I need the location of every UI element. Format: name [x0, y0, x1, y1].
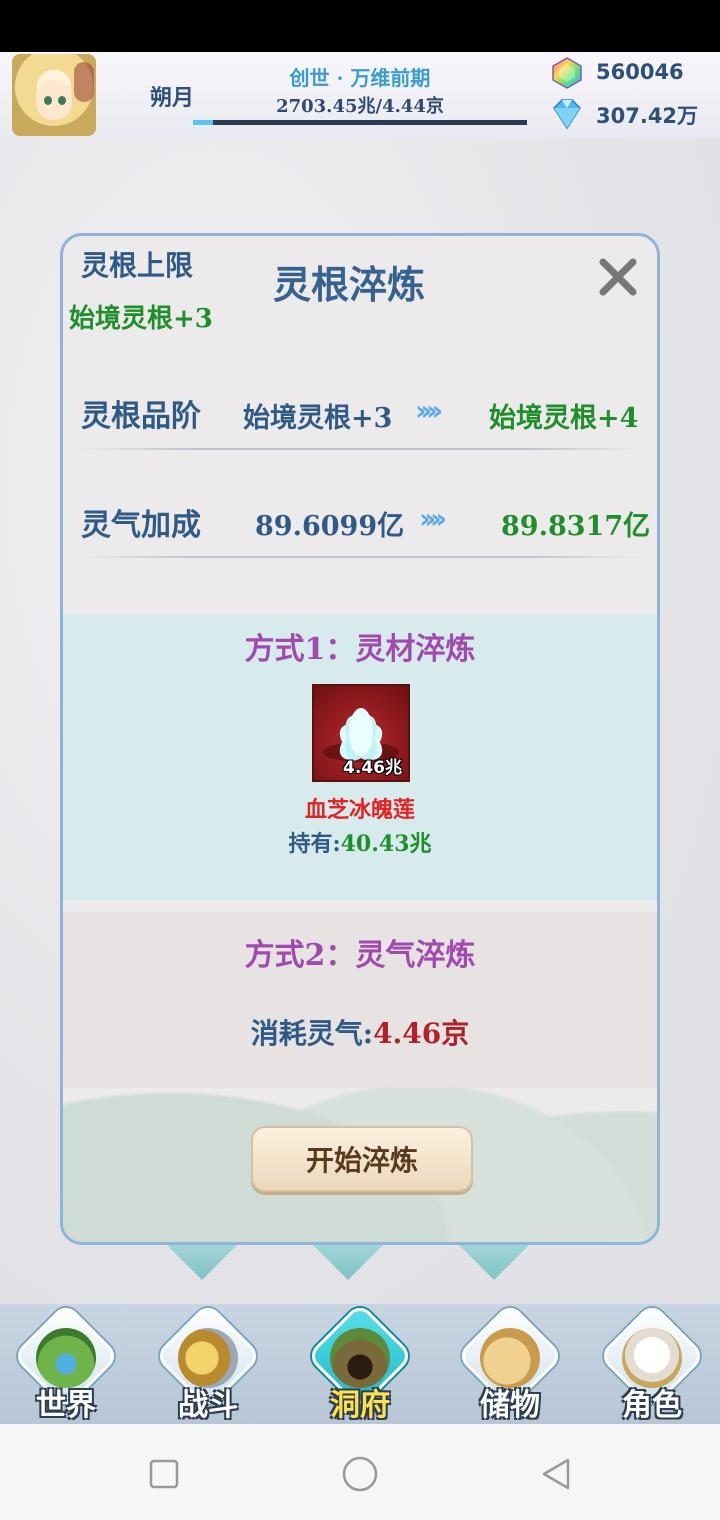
exp-text: 2703.45兆/4.44京 [276, 96, 444, 117]
status-bar [0, 0, 720, 52]
avatar[interactable] [12, 54, 96, 136]
battle-icon [178, 1328, 238, 1388]
qi-bonus-current: 89.6099亿 [255, 511, 405, 542]
dialog-title: 灵根淬炼 [273, 262, 426, 307]
circle-icon [342, 1456, 378, 1492]
qi-cost: 消耗灵气:4.46京 [63, 1012, 657, 1052]
nav-character[interactable]: 角色 [592, 1302, 712, 1423]
root-grade-current: 始境灵根+3 [243, 403, 393, 434]
root-grade-next: 始境灵根+4 [489, 403, 639, 434]
method1-section: 方式1：灵材淬炼 4.46兆 血芝冰魄莲 持有:40.43兆 [63, 614, 657, 900]
method2-section: 方式2：灵气淬炼 消耗灵气:4.46京 [63, 912, 657, 1088]
system-nav-bar [0, 1424, 720, 1520]
home-button[interactable] [340, 1454, 380, 1494]
close-icon [599, 258, 637, 296]
nav-label: 世界 [36, 1388, 96, 1423]
cost-value: 4.46京 [373, 1017, 470, 1050]
nav-world[interactable]: 世界 [6, 1302, 126, 1423]
qi-bonus-next: 89.8317亿 [501, 511, 651, 542]
arrow-right-icon: ›››› [415, 394, 443, 427]
divider [81, 448, 641, 450]
lotus-item-slot[interactable]: 4.46兆 [312, 684, 410, 782]
exp-progress-fill [193, 120, 214, 125]
player-name: 朔月 [150, 85, 195, 111]
cost-label: 消耗灵气: [250, 1017, 374, 1050]
owned-value: 40.43兆 [340, 831, 432, 857]
recent-apps-button[interactable] [144, 1454, 184, 1494]
bottom-nav: 世界 战斗 洞府 储物 角色 [0, 1302, 720, 1424]
crystal-count: 307.42万 [596, 104, 699, 128]
cave-icon [330, 1328, 390, 1388]
character-icon [622, 1328, 682, 1388]
back-triangle-icon [542, 1458, 570, 1490]
root-cap-value: 始境灵根+3 [69, 304, 213, 334]
owned-label: 持有: [288, 831, 341, 857]
back-button[interactable] [536, 1454, 576, 1494]
start-refine-button[interactable]: 开始淬炼 [251, 1126, 473, 1192]
rainbow-gem-icon [552, 57, 582, 89]
refine-root-dialog: 灵根上限 始境灵根+3 灵根淬炼 灵根品阶 始境灵根+3 ›››› 始境灵根+4… [60, 233, 660, 1245]
qi-bonus-label: 灵气加成 [81, 508, 201, 543]
item-quantity: 4.46兆 [343, 758, 402, 778]
blue-crystal-icon [553, 99, 581, 130]
root-grade-label: 灵根品阶 [81, 399, 201, 434]
cultivation-realm: 创世 · 万维前期 [289, 66, 431, 90]
method2-title: 方式2：灵气淬炼 [244, 938, 476, 973]
root-cap-label: 灵根上限 [81, 249, 194, 282]
nav-label: 战斗 [178, 1388, 238, 1423]
divider [81, 556, 641, 558]
exp-progress-bar [193, 120, 527, 125]
square-icon [149, 1459, 179, 1489]
player-header: 朔月 创世 · 万维前期 2703.45兆/4.44京 560046 307.4… [0, 52, 720, 138]
nav-cave[interactable]: 洞府 [300, 1302, 420, 1423]
nav-label: 储物 [480, 1388, 540, 1423]
nav-label: 角色 [622, 1388, 682, 1423]
nav-label: 洞府 [330, 1388, 390, 1423]
method1-title: 方式1：灵材淬炼 [244, 632, 476, 667]
close-button[interactable] [593, 252, 643, 302]
world-icon [36, 1328, 96, 1388]
nav-storage[interactable]: 储物 [450, 1302, 570, 1423]
gem-count: 560046 [596, 60, 684, 84]
arrow-right-icon: ›››› [419, 502, 447, 535]
storage-bag-icon [480, 1328, 540, 1388]
item-owned: 持有:40.43兆 [63, 826, 657, 858]
item-name: 血芝冰魄莲 [304, 797, 415, 823]
nav-battle[interactable]: 战斗 [148, 1302, 268, 1423]
